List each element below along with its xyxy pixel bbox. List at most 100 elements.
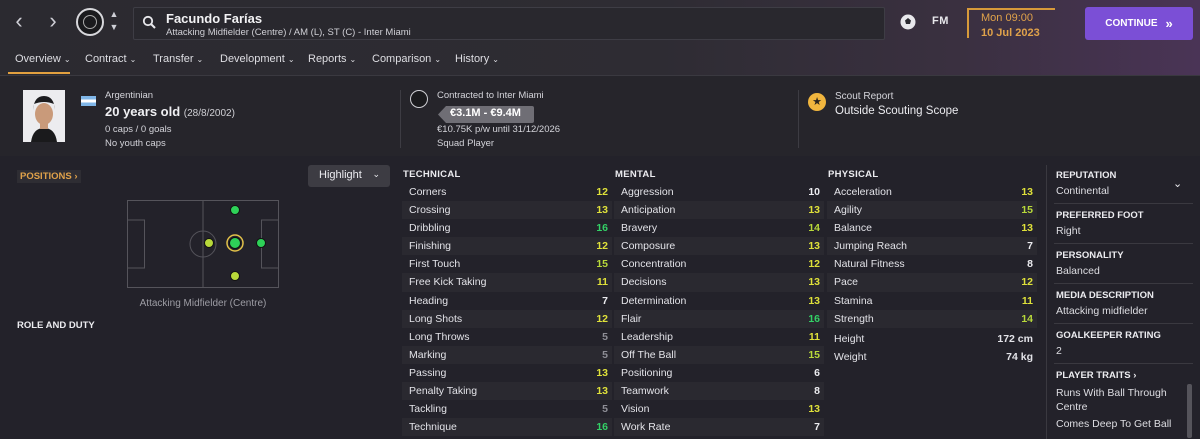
goalkeeper-rating-label: GOALKEEPER RATING <box>1056 330 1161 341</box>
attribute-row[interactable]: Positioning 6 <box>614 364 824 382</box>
attribute-value: 13 <box>596 204 608 217</box>
attribute-row[interactable]: Marking 5 <box>402 345 612 364</box>
highlight-dropdown[interactable]: Highlight ⌄ <box>308 165 390 187</box>
attribute-value: 12 <box>596 240 608 253</box>
double-chevron-right-icon: » <box>1165 16 1173 31</box>
attribute-row[interactable]: First Touch 15 <box>402 255 612 273</box>
attribute-row[interactable]: Free Kick Taking 11 <box>402 273 612 292</box>
attribute-row[interactable]: Concentration 12 <box>614 255 824 273</box>
back-icon[interactable]: ‹ <box>8 10 30 34</box>
tab-transfer[interactable]: Transfer ⌄ <box>153 53 203 65</box>
attribute-name: Positioning <box>621 366 673 379</box>
tab-overview[interactable]: Overview ⌄ <box>15 53 71 65</box>
attribute-row[interactable]: Bravery 14 <box>614 219 824 237</box>
attribute-name: Off The Ball <box>621 348 677 361</box>
attribute-row[interactable]: Jumping Reach 7 <box>827 237 1037 256</box>
attribute-row[interactable]: Long Shots 12 <box>402 309 612 328</box>
tab-comparison[interactable]: Comparison ⌄ <box>372 53 441 65</box>
search-icon[interactable] <box>142 15 156 29</box>
divider <box>1054 323 1193 324</box>
attribute-row[interactable]: Dribbling 16 <box>402 219 612 237</box>
attribute-row[interactable]: Technique 16 <box>402 418 612 437</box>
attribute-row[interactable]: Heading 7 <box>402 292 612 310</box>
attribute-name: Free Kick Taking <box>409 276 487 289</box>
attribute-value: 14 <box>1021 312 1033 325</box>
attribute-row[interactable]: Strength 14 <box>827 309 1037 328</box>
attribute-row[interactable]: Agility 15 <box>827 201 1037 220</box>
attribute-row[interactable]: Crossing 13 <box>402 201 612 220</box>
positions-link[interactable]: POSITIONS › <box>17 170 81 183</box>
club-crest-icon[interactable] <box>76 8 104 36</box>
attribute-value: 7 <box>1027 240 1033 253</box>
weight-value: 74 kg <box>1006 351 1033 363</box>
attribute-row[interactable]: Pace 12 <box>827 273 1037 292</box>
tab-contract[interactable]: Contract ⌄ <box>85 53 136 65</box>
date-of-birth: (28/8/2002) <box>183 108 235 119</box>
attribute-row[interactable]: Composure 13 <box>614 237 824 256</box>
attribute-value: 7 <box>814 421 820 434</box>
technical-heading: TECHNICAL <box>403 169 461 180</box>
attribute-row[interactable]: Corners 12 <box>402 183 612 201</box>
attribute-name: Composure <box>621 240 676 253</box>
scout-report-title[interactable]: Scout Report <box>835 91 893 102</box>
attribute-name: Long Throws <box>409 330 470 343</box>
attribute-name: First Touch <box>409 258 461 271</box>
attribute-value: 7 <box>602 294 608 307</box>
attribute-name: Concentration <box>621 258 687 271</box>
chevron-down-icon[interactable]: ⌄ <box>1173 177 1182 190</box>
scrollbar[interactable] <box>1187 384 1192 438</box>
player-info-panel: REPUTATION ⌄ Continental PREFERRED FOOT … <box>1046 165 1193 439</box>
attribute-value: 13 <box>596 385 608 398</box>
attribute-row[interactable]: Determination 13 <box>614 292 824 310</box>
goalkeeper-rating-value: 2 <box>1056 345 1062 357</box>
contract-title[interactable]: Contracted to Inter Miami <box>437 90 544 101</box>
attribute-name: Dribbling <box>409 222 451 235</box>
attribute-row[interactable]: Passing 13 <box>402 364 612 382</box>
fm-logo[interactable]: FM <box>932 15 949 27</box>
divider <box>1054 363 1193 364</box>
attribute-row[interactable]: Long Throws 5 <box>402 328 612 346</box>
attribute-name: Anticipation <box>621 204 676 217</box>
tab-reports[interactable]: Reports ⌄ <box>308 53 356 65</box>
attribute-name: Determination <box>621 294 687 307</box>
attribute-name: Long Shots <box>409 312 463 325</box>
attribute-row[interactable]: Stamina 11 <box>827 292 1037 310</box>
attribute-row[interactable]: Off The Ball 15 <box>614 345 824 364</box>
attribute-value: 14 <box>808 222 820 235</box>
attribute-row[interactable]: Finishing 12 <box>402 237 612 256</box>
attribute-row[interactable]: Acceleration 13 <box>827 183 1037 201</box>
position-dot-amr <box>230 271 240 281</box>
attribute-row[interactable]: Penalty Taking 13 <box>402 382 612 401</box>
search-box[interactable]: Facundo Farías Attacking Midfielder (Cen… <box>133 7 885 40</box>
attribute-row[interactable]: Leadership 11 <box>614 328 824 346</box>
ball-icon[interactable] <box>899 13 917 31</box>
attribute-value: 8 <box>1027 258 1033 271</box>
club-crest-icon <box>410 90 428 108</box>
attribute-row[interactable]: Aggression 10 <box>614 183 824 201</box>
attribute-row[interactable]: Balance 13 <box>827 219 1037 237</box>
continue-button[interactable]: CONTINUE » <box>1085 7 1193 40</box>
attribute-row[interactable]: Teamwork 8 <box>614 382 824 401</box>
attribute-row[interactable]: Anticipation 13 <box>614 201 824 220</box>
attribute-row[interactable]: Natural Fitness 8 <box>827 255 1037 273</box>
forward-icon[interactable]: › <box>42 10 64 34</box>
attribute-value: 15 <box>808 348 820 361</box>
attribute-row[interactable]: Tackling 5 <box>402 400 612 418</box>
attribute-row[interactable]: Work Rate 7 <box>614 418 824 437</box>
attribute-value: 16 <box>596 421 608 434</box>
role-and-duty-heading: ROLE AND DUTY <box>17 320 95 331</box>
caps: 0 caps / 0 goals <box>105 124 172 135</box>
attribute-row[interactable]: Decisions 13 <box>614 273 824 292</box>
attribute-row[interactable]: Flair 16 <box>614 309 824 328</box>
player-traits-link[interactable]: PLAYER TRAITS › <box>1056 370 1136 381</box>
chevron-down-icon: ⌄ <box>372 169 380 179</box>
attribute-value: 13 <box>808 276 820 289</box>
nationality: Argentinian <box>105 90 154 101</box>
continue-label: CONTINUE <box>1105 18 1158 29</box>
tab-history[interactable]: History ⌄ <box>455 53 499 65</box>
attribute-row[interactable]: Vision 13 <box>614 400 824 418</box>
player-navigation-arrows-icon[interactable]: ▲ ▼ <box>108 8 120 34</box>
tab-development[interactable]: Development ⌄ <box>220 53 295 65</box>
attribute-value: 12 <box>596 186 608 198</box>
attribute-name: Crossing <box>409 204 451 217</box>
